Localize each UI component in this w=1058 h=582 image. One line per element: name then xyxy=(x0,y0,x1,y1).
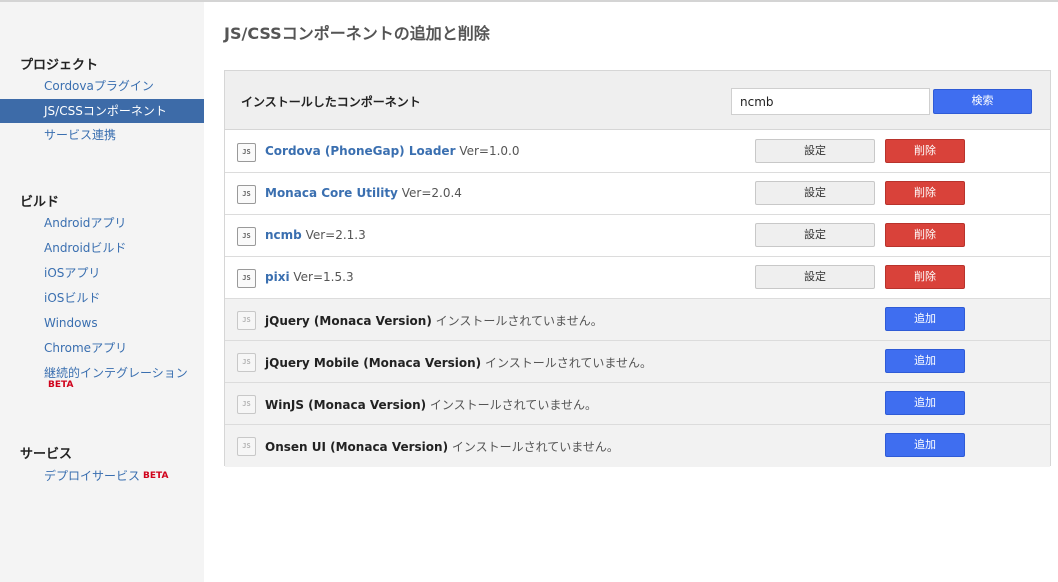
add-button[interactable]: 追加 xyxy=(885,433,965,457)
component-version: Ver=1.5.3 xyxy=(293,270,354,284)
js-file-icon: JS xyxy=(237,395,256,414)
settings-button[interactable]: 設定 xyxy=(755,181,875,205)
sidebar-item-ios-build[interactable]: iOSビルド xyxy=(0,286,204,310)
installed-components-heading: インストールしたコンポーネント xyxy=(241,95,421,109)
js-file-icon: JS xyxy=(237,437,256,456)
sidebar-item-android-build[interactable]: Androidビルド xyxy=(0,236,204,260)
component-version: Ver=2.0.4 xyxy=(401,186,462,200)
settings-button[interactable]: 設定 xyxy=(755,223,875,247)
delete-button[interactable]: 削除 xyxy=(885,223,965,247)
add-button[interactable]: 追加 xyxy=(885,391,965,415)
install-status: インストールされていません。 xyxy=(451,440,619,454)
add-button[interactable]: 追加 xyxy=(885,349,965,373)
sidebar-item-label: Chromeアプリ xyxy=(44,341,128,355)
component-info: ncmb Ver=2.1.3 xyxy=(265,228,366,242)
install-status: インストールされていません。 xyxy=(484,356,653,370)
search-button[interactable]: 検索 xyxy=(933,89,1032,114)
sidebar-item-label: iOSアプリ xyxy=(44,266,101,280)
install-status: インストールされていません。 xyxy=(429,398,597,412)
component-name-link[interactable]: Monaca Core Utility xyxy=(265,186,398,200)
js-file-icon: JS xyxy=(237,227,256,246)
settings-button[interactable]: 設定 xyxy=(755,265,875,289)
component-row-available: JS WinJS (Monaca Version) インストールされていません。… xyxy=(225,383,1050,425)
component-name: Onsen UI (Monaca Version) xyxy=(265,440,449,454)
sidebar-item-label: Windows xyxy=(44,316,98,330)
component-version: Ver=2.1.3 xyxy=(305,228,366,242)
js-file-icon: JS xyxy=(237,311,256,330)
js-file-icon: JS xyxy=(237,353,256,372)
sidebar-section-service-title: サービス xyxy=(20,447,73,462)
sidebar-item-cordova-plugins[interactable]: Cordovaプラグイン xyxy=(0,74,204,98)
panel-header: インストールしたコンポーネント 検索 xyxy=(225,71,1050,130)
sidebar-item-label: Cordovaプラグイン xyxy=(44,79,154,93)
sidebar-item-ios-app[interactable]: iOSアプリ xyxy=(0,261,204,285)
sidebar-item-service-integration[interactable]: サービス連携 xyxy=(0,123,204,147)
sidebar: プロジェクト Cordovaプラグイン JS/CSSコンポーネント サービス連携… xyxy=(0,2,204,582)
sidebar-item-android-app[interactable]: Androidアプリ xyxy=(0,211,204,235)
component-name: jQuery Mobile (Monaca Version) xyxy=(265,356,482,370)
sidebar-item-label: Androidビルド xyxy=(44,241,127,255)
component-info: WinJS (Monaca Version) インストールされていません。 xyxy=(265,396,597,413)
component-row-installed: JS Cordova (PhoneGap) Loader Ver=1.0.0 設… xyxy=(225,131,1050,173)
js-file-icon: JS xyxy=(237,185,256,204)
component-row-installed: JS Monaca Core Utility Ver=2.0.4 設定 削除 xyxy=(225,173,1050,215)
components-panel: インストールしたコンポーネント 検索 JS Cordova (PhoneGap)… xyxy=(224,70,1051,467)
settings-button[interactable]: 設定 xyxy=(755,139,875,163)
sidebar-section-project-title: プロジェクト xyxy=(20,58,99,73)
page-title: JS/CSSコンポーネントの追加と削除 xyxy=(224,24,490,43)
component-info: Cordova (PhoneGap) Loader Ver=1.0.0 xyxy=(265,144,520,158)
delete-button[interactable]: 削除 xyxy=(885,139,965,163)
component-row-available: JS jQuery (Monaca Version) インストールされていません… xyxy=(225,299,1050,341)
sidebar-item-windows[interactable]: Windows xyxy=(0,311,204,335)
component-name-link[interactable]: ncmb xyxy=(265,228,302,242)
beta-badge: BETA xyxy=(143,471,169,481)
sidebar-item-label: デプロイサービス xyxy=(44,469,141,483)
component-info: jQuery Mobile (Monaca Version) インストールされて… xyxy=(265,354,652,371)
install-status: インストールされていません。 xyxy=(435,314,603,328)
search-input[interactable] xyxy=(731,88,930,115)
component-name: jQuery (Monaca Version) xyxy=(265,314,432,328)
component-row-installed: JS pixi Ver=1.5.3 設定 削除 xyxy=(225,257,1050,299)
sidebar-item-js-css-components[interactable]: JS/CSSコンポーネント xyxy=(0,99,204,123)
component-info: Onsen UI (Monaca Version) インストールされていません。 xyxy=(265,438,619,455)
component-info: Monaca Core Utility Ver=2.0.4 xyxy=(265,186,462,200)
beta-badge: BETA xyxy=(48,380,74,390)
component-row-available: JS Onsen UI (Monaca Version) インストールされていま… xyxy=(225,425,1050,467)
js-file-icon: JS xyxy=(237,269,256,288)
delete-button[interactable]: 削除 xyxy=(885,265,965,289)
sidebar-item-deploy-service[interactable]: デプロイサービス BETA xyxy=(0,464,204,488)
component-name-link[interactable]: Cordova (PhoneGap) Loader xyxy=(265,144,455,158)
js-file-icon: JS xyxy=(237,143,256,162)
sidebar-item-label: サービス連携 xyxy=(44,128,117,142)
sidebar-item-label: Androidアプリ xyxy=(44,216,127,230)
sidebar-item-continuous-integration[interactable]: 継続的インテグレーション xyxy=(0,361,204,385)
sidebar-item-label: 継続的インテグレーション xyxy=(44,366,188,380)
delete-button[interactable]: 削除 xyxy=(885,181,965,205)
sidebar-item-chrome-app[interactable]: Chromeアプリ xyxy=(0,336,204,360)
component-name-link[interactable]: pixi xyxy=(265,270,290,284)
component-info: pixi Ver=1.5.3 xyxy=(265,270,354,284)
component-row-available: JS jQuery Mobile (Monaca Version) インストール… xyxy=(225,341,1050,383)
component-version: Ver=1.0.0 xyxy=(459,144,520,158)
sidebar-item-label: iOSビルド xyxy=(44,291,101,305)
component-name: WinJS (Monaca Version) xyxy=(265,398,427,412)
sidebar-section-build-title: ビルド xyxy=(20,195,60,210)
sidebar-item-label: JS/CSSコンポーネント xyxy=(44,104,167,118)
component-row-installed: JS ncmb Ver=2.1.3 設定 削除 xyxy=(225,215,1050,257)
component-info: jQuery (Monaca Version) インストールされていません。 xyxy=(265,312,603,329)
add-button[interactable]: 追加 xyxy=(885,307,965,331)
